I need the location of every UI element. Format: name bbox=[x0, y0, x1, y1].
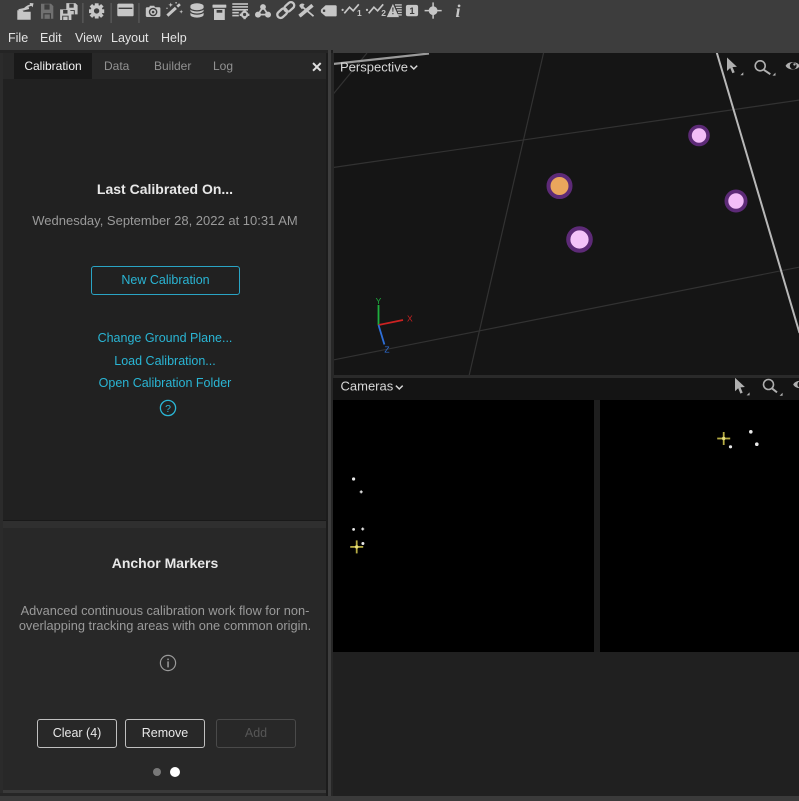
svg-text:Cameras: Cameras bbox=[341, 379, 394, 394]
svg-text:1: 1 bbox=[357, 8, 362, 18]
svg-text:Perspective: Perspective bbox=[340, 60, 408, 75]
svg-text:X: X bbox=[407, 313, 413, 323]
svg-text:i: i bbox=[456, 1, 461, 21]
svg-text:Y: Y bbox=[376, 296, 382, 306]
svg-text:?: ? bbox=[165, 403, 171, 415]
svg-text:2: 2 bbox=[381, 8, 386, 18]
svg-text:1: 1 bbox=[409, 6, 415, 17]
svg-text:Z: Z bbox=[384, 345, 389, 355]
